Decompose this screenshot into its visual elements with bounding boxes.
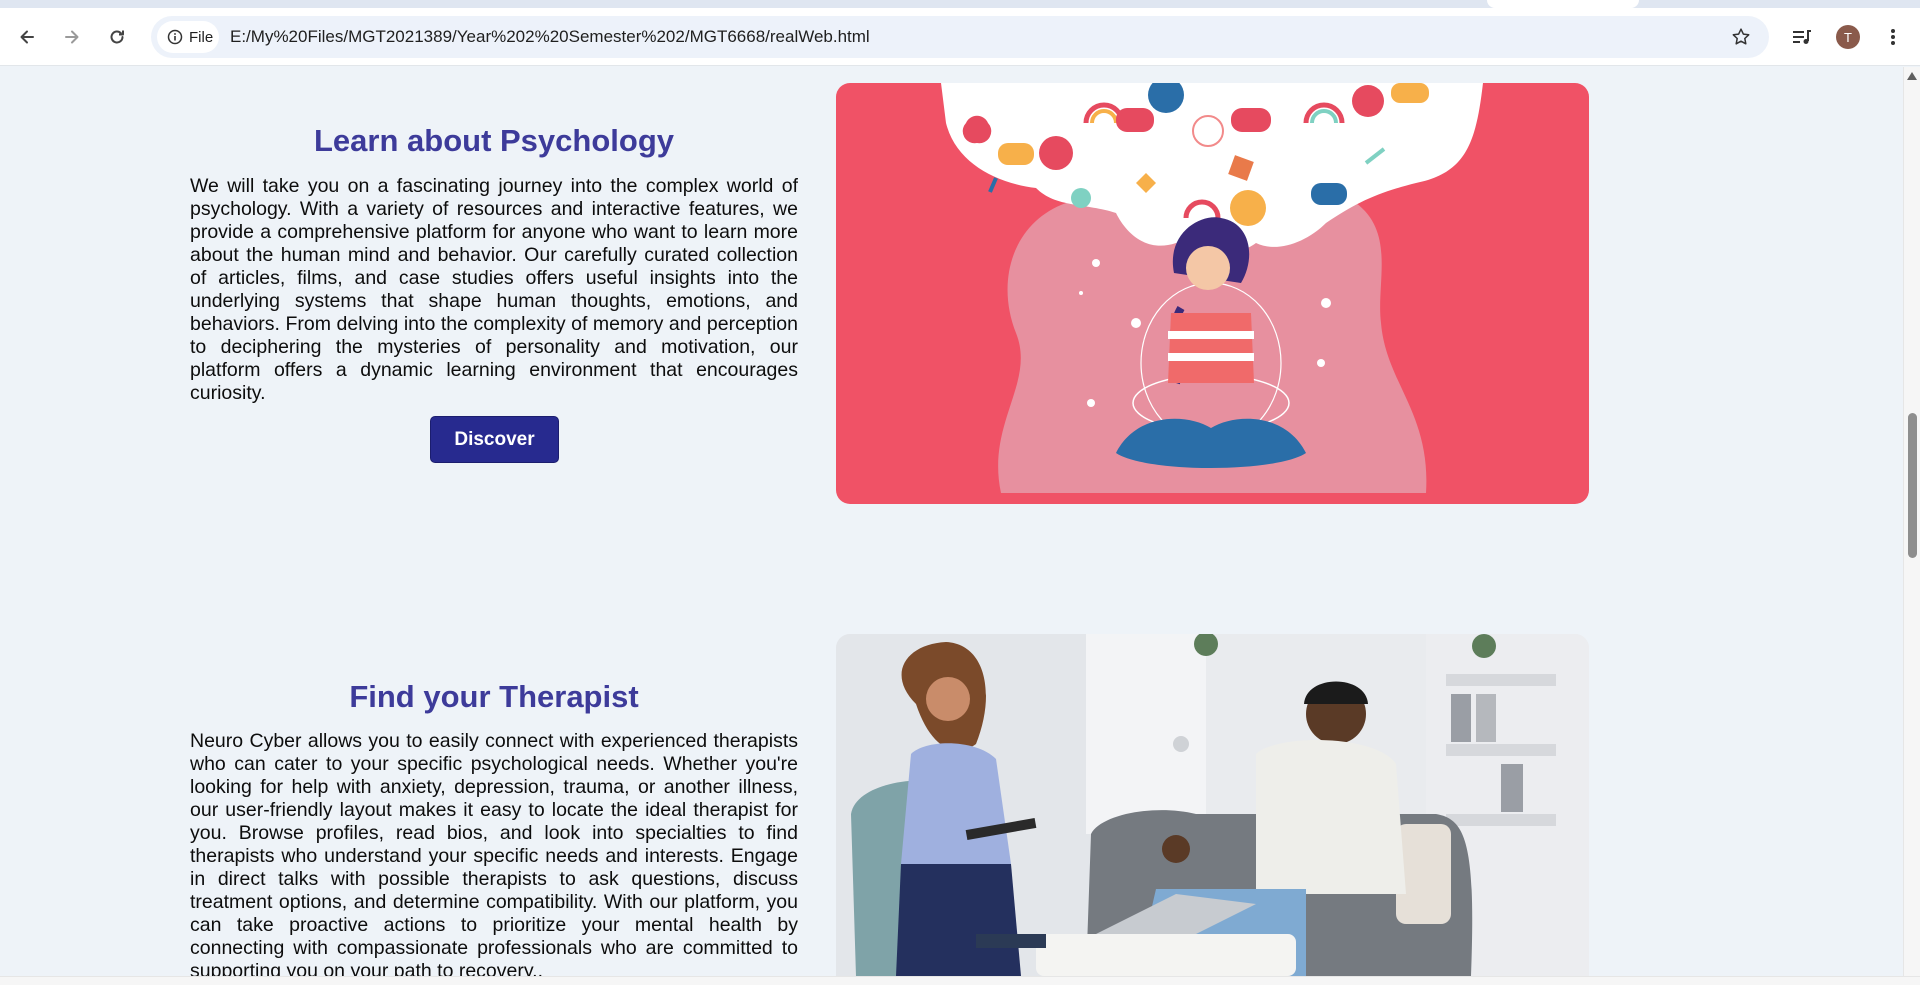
browser-menu-button[interactable] xyxy=(1878,22,1908,52)
tab-strip xyxy=(0,0,1920,8)
site-info-chip[interactable]: File xyxy=(157,21,219,53)
playlist-music-icon xyxy=(1793,30,1811,44)
reload-button[interactable] xyxy=(102,22,132,52)
section-text-therapist: Neuro Cyber allows you to easily connect… xyxy=(190,730,798,978)
section-title-therapist: Find your Therapist xyxy=(349,679,639,714)
profile-button[interactable]: T xyxy=(1833,22,1863,52)
back-arrow-icon xyxy=(20,30,34,44)
scroll-up-arrow-icon[interactable] xyxy=(1907,72,1917,80)
scrollbar-thumb[interactable] xyxy=(1908,413,1917,558)
url-text[interactable]: E:/My%20Files/MGT2021389/Year%202%20Seme… xyxy=(230,16,870,58)
browser-toolbar: File E:/My%20Files/MGT2021389/Year%202%2… xyxy=(0,8,1920,66)
psychology-illustration xyxy=(836,83,1589,504)
avatar: T xyxy=(1836,25,1860,49)
media-controls-button[interactable] xyxy=(1787,22,1817,52)
reload-icon xyxy=(110,30,124,44)
section-title-psychology: Learn about Psychology xyxy=(313,123,674,158)
info-icon xyxy=(167,29,183,45)
horizontal-scrollbar[interactable] xyxy=(0,976,1920,985)
section-text-psychology: We will take you on a fascinating journe… xyxy=(190,175,798,404)
therapist-photo xyxy=(836,634,1589,976)
therapy-session-image xyxy=(836,634,1589,976)
discover-button[interactable]: Discover xyxy=(430,416,559,463)
forward-arrow-icon xyxy=(65,30,79,44)
scheme-label: File xyxy=(189,28,214,46)
forward-button[interactable] xyxy=(57,22,87,52)
address-bar[interactable]: File E:/My%20Files/MGT2021389/Year%202%2… xyxy=(151,16,1769,58)
kebab-menu-icon xyxy=(1891,29,1895,45)
meditation-illustration-image xyxy=(836,83,1589,504)
bookmark-star-icon[interactable] xyxy=(1731,27,1751,47)
active-tab[interactable] xyxy=(1487,0,1639,8)
vertical-scrollbar[interactable] xyxy=(1903,67,1920,976)
back-button[interactable] xyxy=(12,22,42,52)
